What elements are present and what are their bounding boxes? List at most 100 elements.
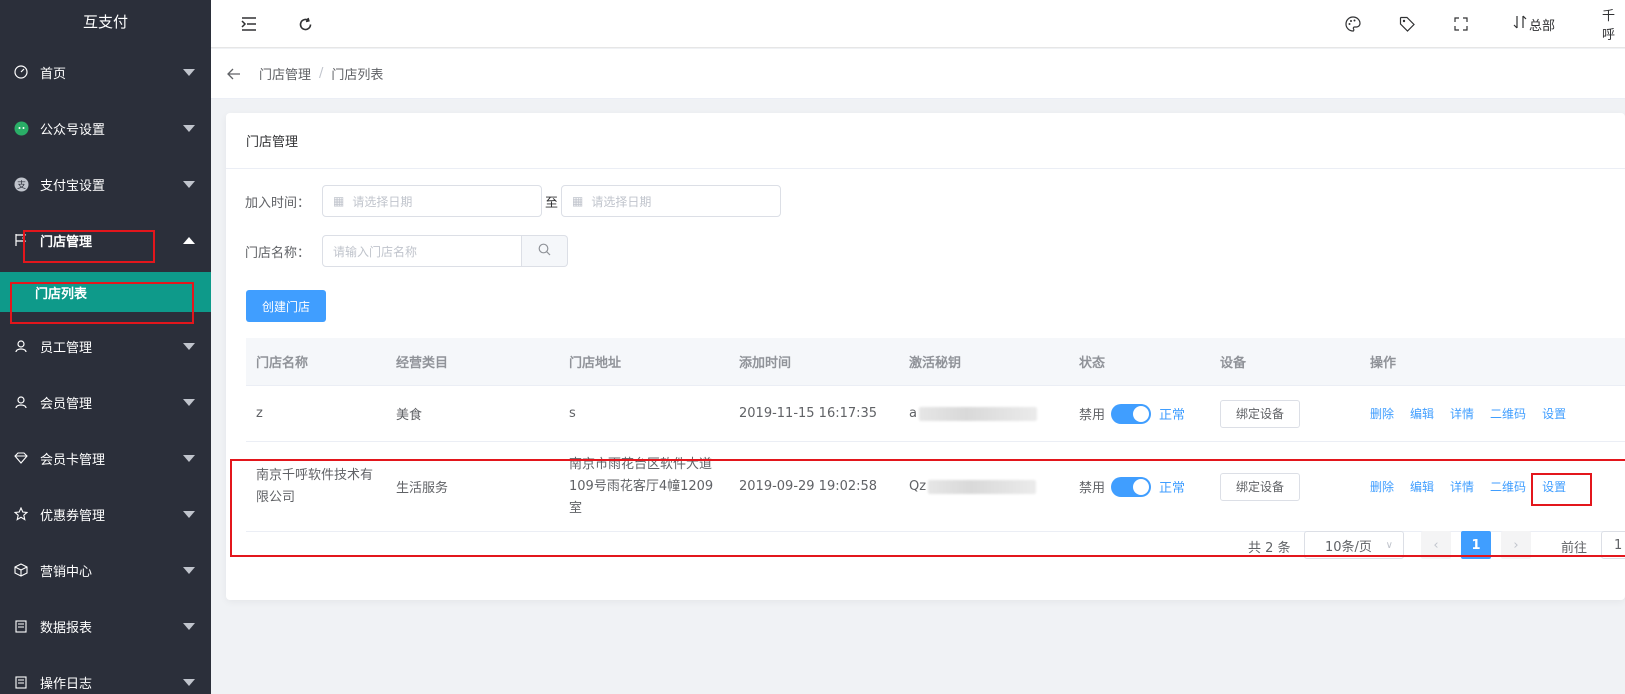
name-filter-label: 门店名称： <box>244 245 310 261</box>
refresh-icon[interactable] <box>295 14 315 34</box>
sidebar-item-label: 员工管理 <box>40 340 93 356</box>
breadcrumb-item[interactable]: 门店管理 <box>259 64 311 83</box>
delete-link[interactable]: 删除 <box>1370 405 1394 422</box>
status-off-label: 禁用 <box>1079 481 1106 496</box>
user-menu[interactable]: 千呼 <box>1602 0 1625 48</box>
sidebar-item-coupons[interactable]: 优惠券管理 <box>0 486 211 542</box>
date-range-separator: 至 <box>545 195 559 211</box>
table-header: 门店名称 经营类目 门店地址 添加时间 激活秘钥 状态 设备 操作 <box>246 338 1625 386</box>
chevron-down-icon: ∨ <box>1385 540 1393 551</box>
column-header: 添加时间 <box>739 356 792 371</box>
column-header: 状态 <box>1079 356 1106 371</box>
column-header: 门店地址 <box>569 356 622 371</box>
sidebar-item-label: 公众号设置 <box>40 122 106 138</box>
key-cell: a <box>899 406 1069 421</box>
cube-icon <box>12 563 30 577</box>
settings-link[interactable]: 设置 <box>1542 405 1566 422</box>
bind-device-button[interactable]: 绑定设备 <box>1220 472 1300 501</box>
qrcode-link[interactable]: 二维码 <box>1490 405 1526 422</box>
qrcode-link[interactable]: 二维码 <box>1490 478 1526 495</box>
fullscreen-icon[interactable] <box>1451 14 1471 34</box>
redacted-block <box>918 406 1037 421</box>
sidebar-item-logs[interactable]: 操作日志 <box>0 654 211 694</box>
sidebar-item-label: 营销中心 <box>40 564 93 580</box>
detail-link[interactable]: 详情 <box>1450 405 1474 422</box>
settings-link[interactable]: 设置 <box>1542 478 1566 495</box>
store-name-placeholder: 请输入门店名称 <box>333 244 418 259</box>
end-date-input[interactable]: ▦ 请选择日期 <box>561 185 782 217</box>
sidebar-item-wechat[interactable]: 公众号设置 <box>0 100 211 156</box>
status-on-label: 正常 <box>1159 408 1186 423</box>
chevron-down-icon <box>183 399 195 406</box>
store-name-cell: z <box>256 406 263 421</box>
prev-page-button[interactable]: ‹ <box>1421 531 1451 559</box>
chevron-down-icon <box>183 343 195 350</box>
edit-link[interactable]: 编辑 <box>1410 405 1434 422</box>
sidebar-item-members[interactable]: 会员管理 <box>0 374 211 430</box>
user-icon <box>12 339 30 353</box>
sidebar-item-label: 首页 <box>40 66 67 82</box>
pagination: 共 2 条 10条/页 ∨ ‹ 1 › 前往 1 <box>226 531 1625 559</box>
device-cell: 绑定设备 <box>1210 472 1360 501</box>
sidebar-item-home[interactable]: 首页 <box>0 44 211 100</box>
sidebar-item-label: 门店管理 <box>40 234 93 250</box>
chevron-down-icon <box>183 567 195 574</box>
status-toggle[interactable] <box>1111 476 1152 497</box>
date-filter-label: 加入时间： <box>244 195 310 211</box>
sort-icon <box>1513 15 1527 33</box>
start-date-placeholder: 请选择日期 <box>352 194 413 209</box>
column-header: 操作 <box>1370 356 1397 371</box>
flag-icon <box>12 233 30 247</box>
diamond-icon <box>12 451 30 465</box>
table-row: z 美食 s 2019-11-15 16:17:35 a 禁用 正常 绑定设备 … <box>246 386 1625 442</box>
status-cell: 禁用 正常 <box>1069 476 1210 497</box>
breadcrumb-separator: / <box>319 66 324 81</box>
sidebar-subitem-store-list[interactable]: 门店列表 <box>0 272 211 312</box>
sidebar-item-marketing[interactable]: 营销中心 <box>0 542 211 598</box>
breadcrumb-item: 门店列表 <box>331 68 384 83</box>
delete-link[interactable]: 删除 <box>1370 478 1394 495</box>
device-cell: 绑定设备 <box>1210 399 1360 428</box>
address-text: 南京市雨花台区软件大道109号雨花客厅4幢1209室 <box>569 456 714 516</box>
detail-link[interactable]: 详情 <box>1450 478 1474 495</box>
column-header: 经营类目 <box>396 356 449 371</box>
menu-fold-icon[interactable] <box>239 14 259 34</box>
back-arrow-icon[interactable] <box>227 68 241 80</box>
actions-cell: 删除 编辑 详情 二维码 设置 <box>1360 405 1625 422</box>
end-date-placeholder: 请选择日期 <box>591 194 652 209</box>
sidebar-item-reports[interactable]: 数据报表 <box>0 598 211 654</box>
sidebar-item-store-management[interactable]: 门店管理 <box>0 212 211 268</box>
store-table: 门店名称 经营类目 门店地址 添加时间 激活秘钥 状态 设备 操作 z 美食 s… <box>246 338 1625 532</box>
page-size-select[interactable]: 10条/页 ∨ <box>1304 531 1404 559</box>
edit-link[interactable]: 编辑 <box>1410 478 1434 495</box>
sidebar-item-label: 会员管理 <box>40 396 93 412</box>
chevron-down-icon <box>183 69 195 76</box>
sidebar-item-alipay[interactable]: 支 支付宝设置 <box>0 156 211 212</box>
create-store-button[interactable]: 创建门店 <box>246 290 326 322</box>
sidebar-item-label: 数据报表 <box>40 620 93 636</box>
pagination-total: 共 2 条 <box>1248 541 1291 556</box>
sidebar-item-member-cards[interactable]: 会员卡管理 <box>0 430 211 486</box>
palette-icon[interactable] <box>1343 14 1363 34</box>
page-size-value: 10条/页 <box>1325 539 1372 555</box>
top-bar: 总部 千呼 <box>211 0 1625 48</box>
bind-device-button[interactable]: 绑定设备 <box>1220 399 1300 428</box>
star-icon <box>12 507 30 521</box>
start-date-input[interactable]: ▦ 请选择日期 <box>322 185 542 217</box>
chevron-up-icon <box>183 237 195 244</box>
calendar-icon: ▦ <box>333 194 345 208</box>
store-card: 门店管理 加入时间： ▦ 请选择日期 至 ▦ 请选择日期 门店名称： 请输入门店… <box>226 113 1625 600</box>
status-toggle[interactable] <box>1111 403 1152 424</box>
tag-icon[interactable] <box>1397 14 1417 34</box>
org-switcher[interactable]: 总部 <box>1513 0 1555 48</box>
sidebar-item-staff[interactable]: 员工管理 <box>0 318 211 374</box>
user-icon <box>12 395 30 409</box>
page-number[interactable]: 1 <box>1461 531 1491 559</box>
toggle-knob <box>1133 478 1150 495</box>
next-page-button[interactable]: › <box>1501 531 1531 559</box>
search-button[interactable] <box>522 235 568 267</box>
status-cell: 禁用 正常 <box>1069 403 1210 424</box>
store-name-input[interactable]: 请输入门店名称 <box>322 235 522 267</box>
goto-page-input[interactable]: 1 <box>1601 531 1625 559</box>
breadcrumb: 门店管理 / 门店列表 <box>211 49 1625 99</box>
